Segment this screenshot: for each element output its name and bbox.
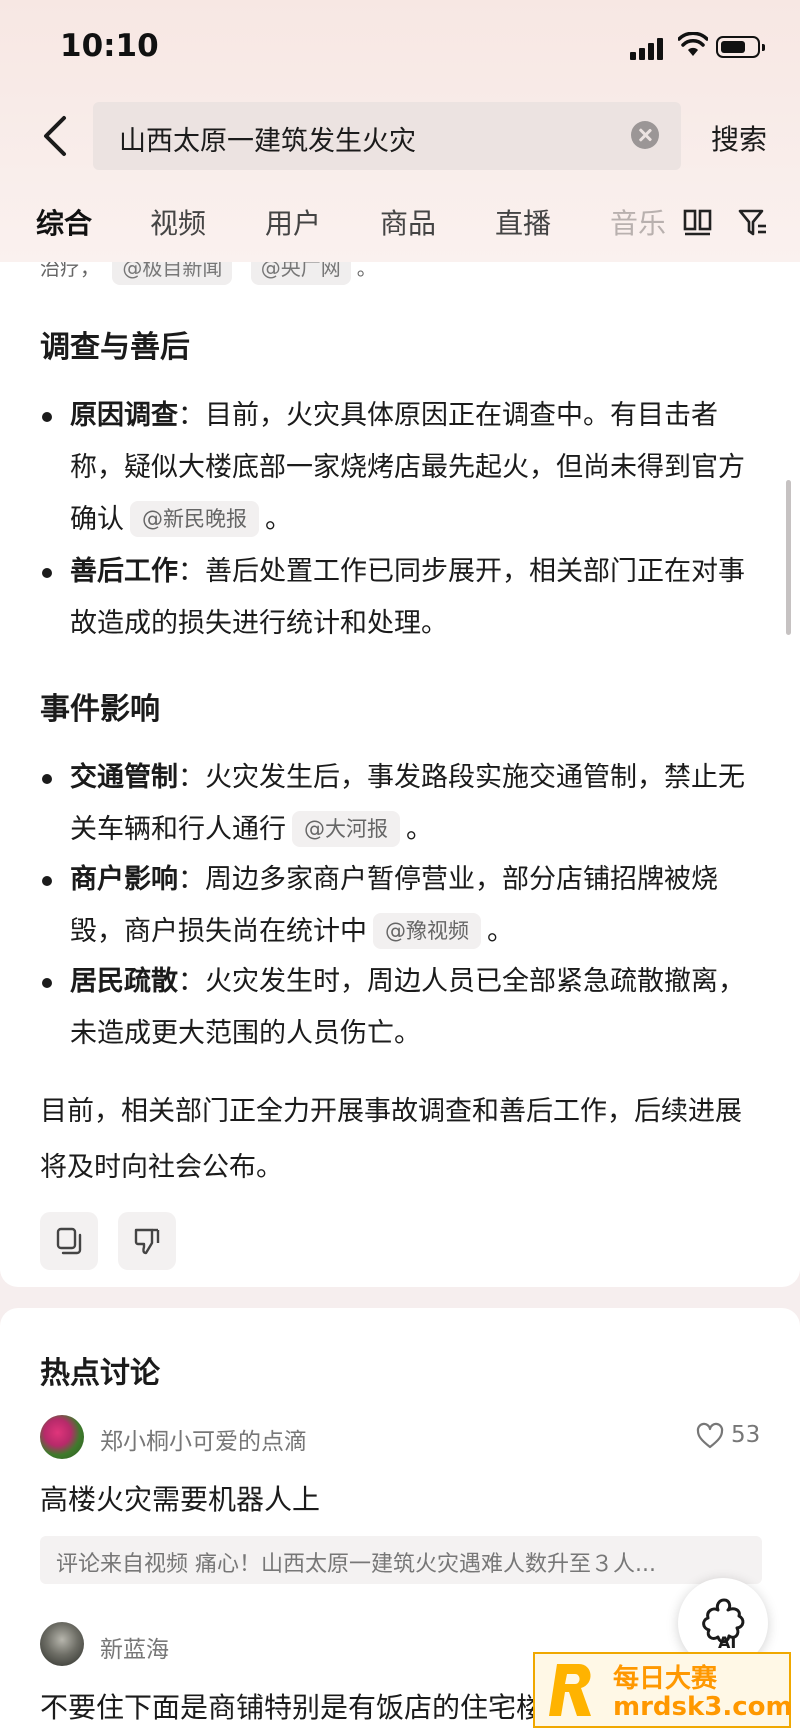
source-chip[interactable]: @豫视频 — [373, 913, 481, 949]
comment-text: 不要住下面是商铺特别是有饭店的住宅楼的 — [40, 1691, 573, 1724]
summary-paragraph: 目前，相关部门正全力开展事故调查和善后工作，后续进展将及时向社会公布。 — [40, 1096, 742, 1183]
section-title-impact: 事件影响 — [40, 692, 160, 727]
item-keyword: 居民疏散 — [70, 966, 178, 997]
bullet-dot — [42, 774, 52, 784]
source-chip[interactable]: @极目新闻 — [112, 262, 233, 285]
clear-icon[interactable] — [631, 121, 659, 149]
item-keyword: 商户影响 — [70, 864, 178, 895]
item-keyword: 交通管制 — [70, 762, 178, 793]
section-title-investigation: 调查与善后 — [40, 330, 190, 365]
watermark-line2: mrdsk3.com — [613, 1692, 793, 1722]
tab-视频[interactable]: 视频 — [150, 202, 206, 242]
ai-summary-card: 治疗， @极目新闻 @央广网。 调查与善后 原因调查：目前，火灾具体原因正在调查… — [0, 262, 800, 1287]
comment-text: 高楼火灾需要机器人上 — [40, 1483, 321, 1516]
bullet-dot — [42, 978, 52, 988]
cut-end: 。 — [356, 262, 377, 280]
list-item: 原因调查：目前，火灾具体原因正在调查中。有目击者称，疑似大楼底部一家烧烤店最先起… — [40, 390, 760, 546]
search-input[interactable]: 山西太原一建筑发生火灾 — [93, 102, 681, 170]
tab-综合[interactable]: 综合 — [36, 202, 92, 242]
tab-直播[interactable]: 直播 — [495, 202, 551, 242]
bullet-dot — [42, 568, 52, 578]
cut-sep: ， — [80, 262, 100, 280]
list-item: 居民疏散：火灾发生时，周边人员已全部紧急疏散撤离，未造成更大范围的人员伤亡。 — [40, 956, 760, 1060]
scrollbar[interactable] — [786, 480, 791, 635]
search-button[interactable]: 搜索 — [711, 118, 767, 158]
tab-bar: 综合 视频 用户 商品 直播 音乐 — [0, 196, 800, 252]
watermark-line1: 每日大赛 — [613, 1664, 718, 1694]
filter-icon[interactable] — [737, 206, 769, 238]
search-query[interactable]: 山西太原一建筑发生火灾 — [119, 119, 416, 158]
bullet-dot — [42, 876, 52, 886]
layout-icon[interactable] — [682, 206, 714, 238]
comment-source-text: 评论来自视频 痛心！山西太原一建筑火灾遇难人数升至３人... — [56, 1552, 656, 1577]
comment-source-ref[interactable]: 评论来自视频 痛心！山西太原一建筑火灾遇难人数升至３人... — [40, 1536, 762, 1584]
ai-assistant-icon: AI — [702, 1598, 745, 1650]
list-item: 交通管制：火灾发生后，事发路段实施交通管制，禁止无关车辆和行人通行 @大河报。 — [40, 752, 760, 856]
list-item: 商户影响：周边多家商户暂停营业，部分店铺招牌被烧毁，商户损失尚在统计中 @豫视频。 — [40, 854, 760, 958]
heart-icon — [696, 1422, 724, 1449]
bullet-dot — [42, 412, 52, 422]
signal-icon — [630, 36, 664, 60]
truncated-source-line: 治疗， @极目新闻 @央广网。 — [40, 262, 377, 285]
like-button[interactable]: 53 — [695, 1422, 765, 1452]
status-time: 10:10 — [60, 28, 159, 64]
watermark-logo: 每日大赛 mrdsk3.com — [533, 1652, 793, 1728]
tab-音乐[interactable]: 音乐 — [610, 202, 668, 242]
source-chip[interactable]: @央广网 — [250, 262, 351, 285]
back-arrow-icon[interactable] — [36, 112, 76, 160]
like-count: 53 — [731, 1422, 761, 1448]
watermark-r-icon — [549, 1664, 591, 1716]
tab-商品[interactable]: 商品 — [380, 202, 436, 242]
thumbs-down-icon — [134, 1228, 160, 1255]
tab-用户[interactable]: 用户 — [265, 202, 321, 242]
item-keyword: 原因调查 — [70, 400, 178, 431]
source-chip[interactable]: @大河报 — [292, 811, 400, 847]
section-title-hot: 热点讨论 — [40, 1356, 160, 1391]
item-keyword: 善后工作 — [70, 556, 178, 587]
avatar[interactable] — [40, 1415, 84, 1459]
item-end: 。 — [406, 814, 433, 845]
status-bar: 10:10 — [0, 0, 800, 96]
copy-icon — [56, 1227, 82, 1255]
item-end: 。 — [265, 504, 292, 535]
avatar[interactable] — [40, 1622, 84, 1666]
source-chip[interactable]: @新民晚报 — [130, 501, 259, 537]
copy-button[interactable] — [40, 1212, 98, 1270]
wifi-icon — [678, 32, 708, 56]
comment-username[interactable]: 郑小桐小可爱的点滴 — [100, 1422, 307, 1456]
dislike-button[interactable] — [118, 1212, 176, 1270]
item-end: 。 — [487, 916, 514, 947]
cut-prefix: 治疗 — [40, 262, 80, 280]
list-item: 善后工作：善后处置工作已同步展开，相关部门正在对事故造成的损失进行统计和处理。 — [40, 546, 760, 650]
comment-username[interactable]: 新蓝海 — [100, 1630, 169, 1664]
svg-text:AI: AI — [718, 1633, 736, 1650]
battery-icon — [716, 36, 765, 58]
